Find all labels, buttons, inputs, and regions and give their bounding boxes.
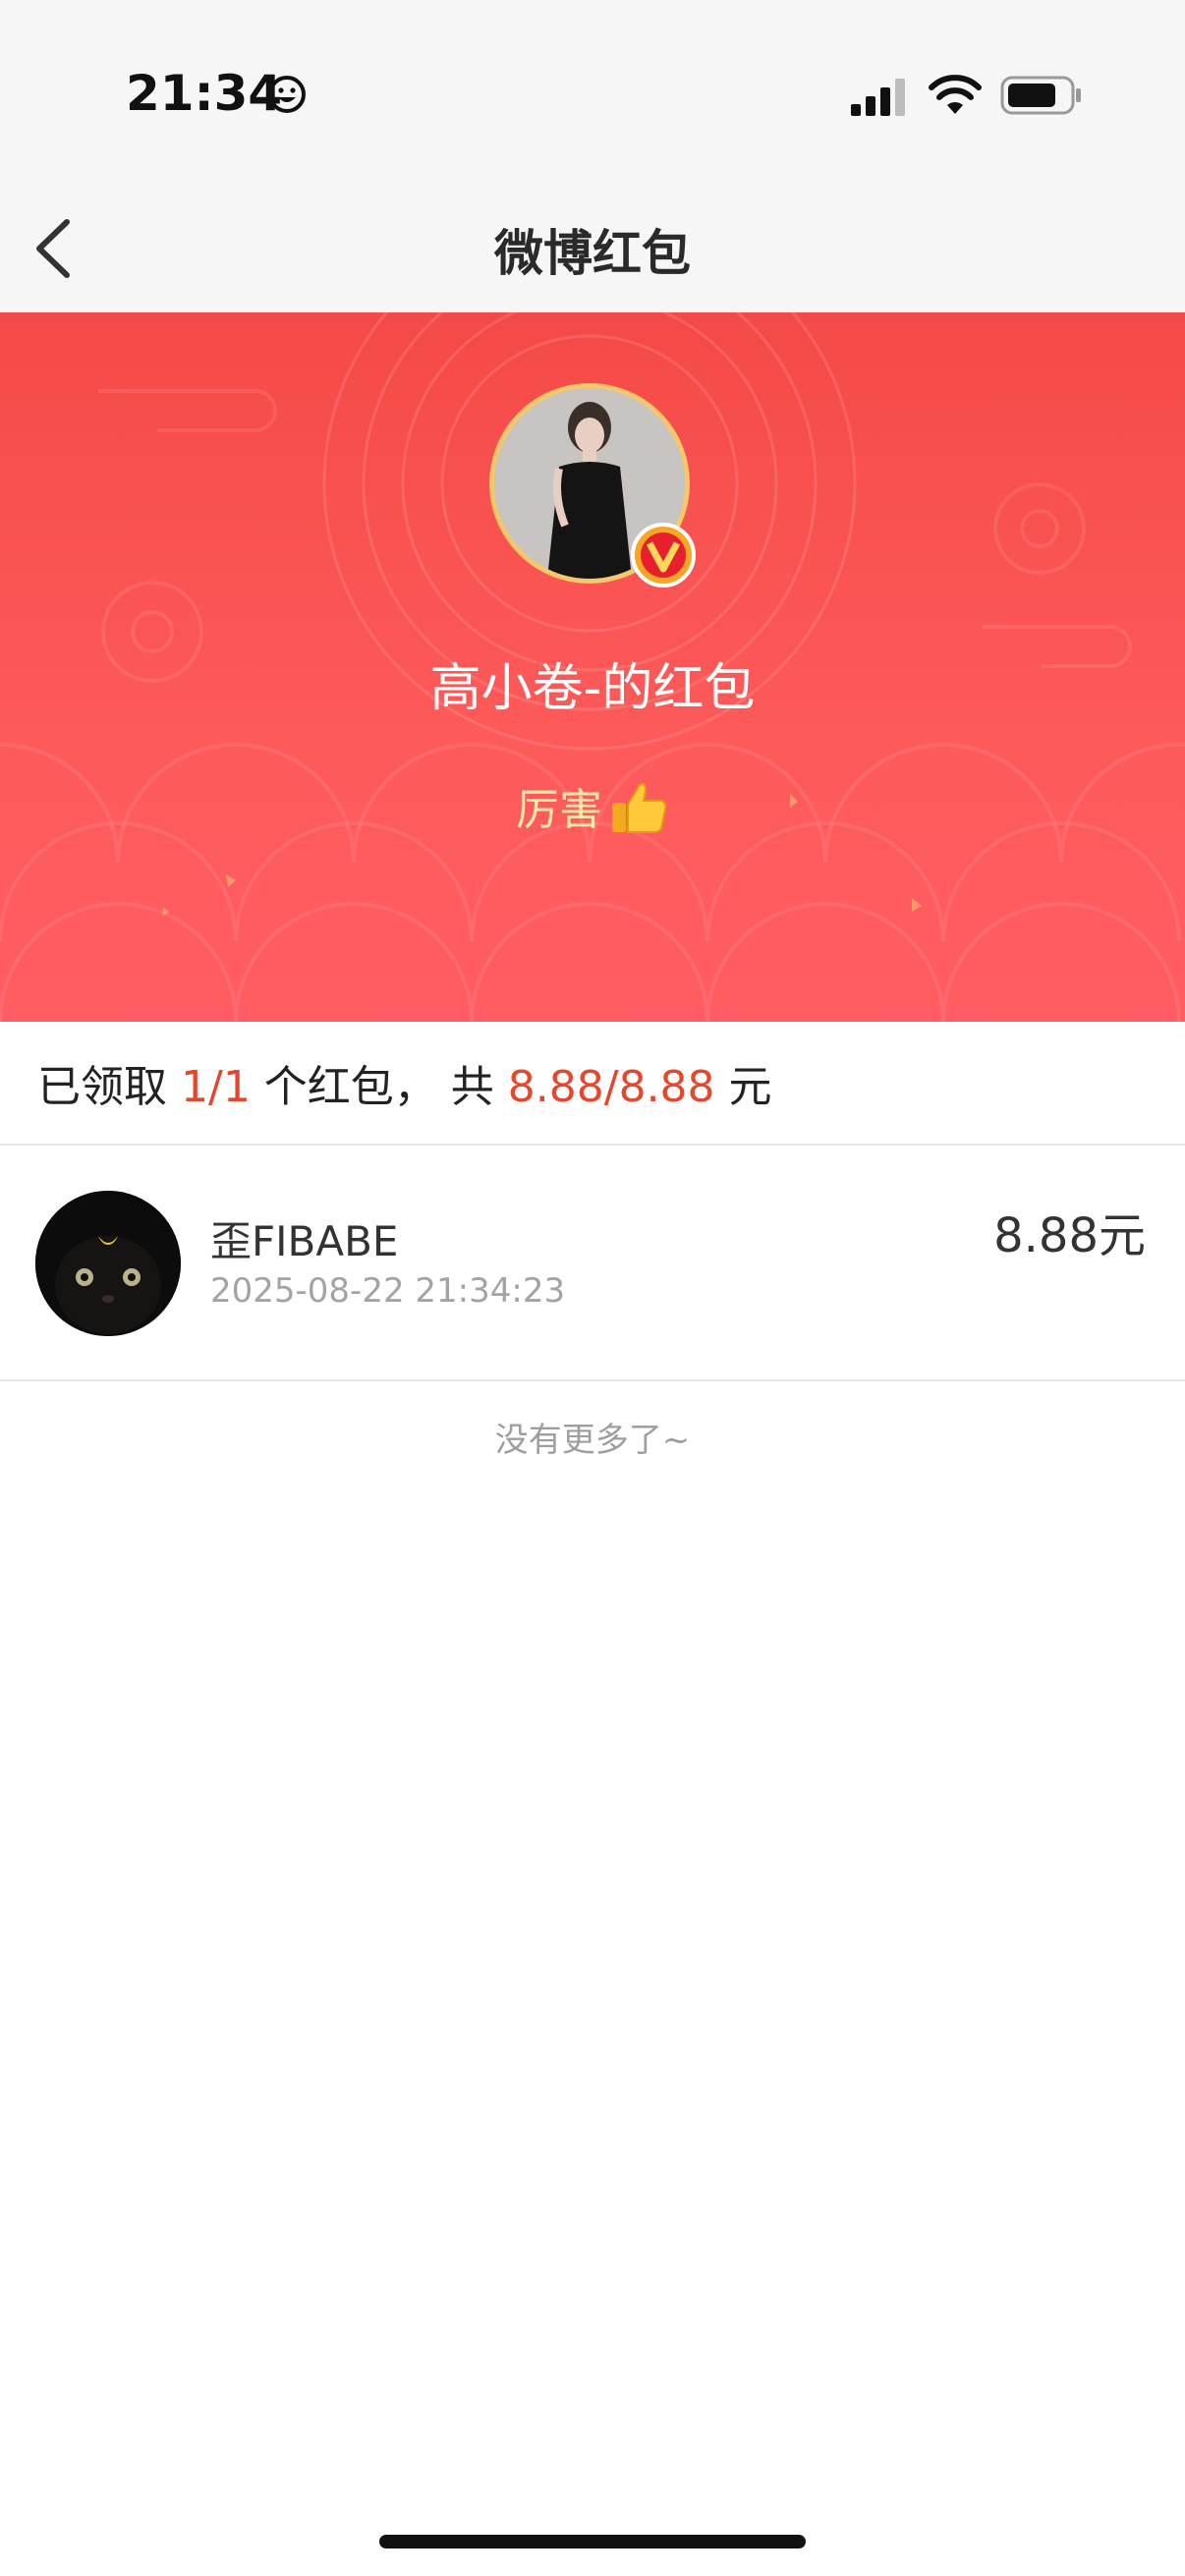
recipient-name: 歪FIBABE — [210, 1217, 399, 1265]
page-title: 微博红包 — [494, 225, 691, 282]
red-packet-title: 高小卷-的红包 — [429, 659, 756, 718]
end-of-list-text: 没有更多了~ — [494, 1421, 691, 1460]
summary-suffix: 元 — [714, 1062, 772, 1112]
signal-icon — [851, 79, 905, 116]
summary-prefix: 已领取 — [37, 1062, 181, 1112]
smiley-icon — [268, 76, 306, 113]
recipient-avatar[interactable] — [35, 1191, 181, 1336]
divider — [0, 1144, 1185, 1146]
claimed-count: 1/1 — [181, 1062, 251, 1112]
black-cat-avatar — [35, 1191, 181, 1336]
home-indicator[interactable] — [379, 2535, 806, 2548]
claim-amount: 8.88元 — [993, 1208, 1146, 1263]
status-time: 21:34 — [126, 65, 283, 122]
greeting-text: 厉害 — [516, 785, 602, 835]
verified-v-icon — [631, 523, 696, 588]
thumbs-up-icon — [612, 782, 667, 833]
wifi-icon — [929, 75, 982, 114]
summary-middle: 个红包， 共 — [250, 1062, 508, 1112]
claimed-amount: 8.88/8.88 — [507, 1062, 715, 1112]
claim-time: 2025-08-22 21:34:23 — [210, 1271, 566, 1311]
status-bar: 21:34 — [0, 0, 1185, 196]
battery-icon — [1000, 76, 1081, 115]
divider — [0, 1379, 1185, 1381]
list-item[interactable]: 歪FIBABE 2025-08-22 21:34:23 8.88元 — [0, 1148, 1185, 1379]
red-packet-header: 高小卷-的红包 厉害 — [0, 312, 1185, 1022]
greeting-message: 厉害 — [0, 774, 1185, 837]
claim-summary: 已领取 1/1 个红包， 共 8.88/8.88 元 — [37, 1051, 772, 1114]
nav-bar: 微博红包 — [0, 196, 1185, 312]
